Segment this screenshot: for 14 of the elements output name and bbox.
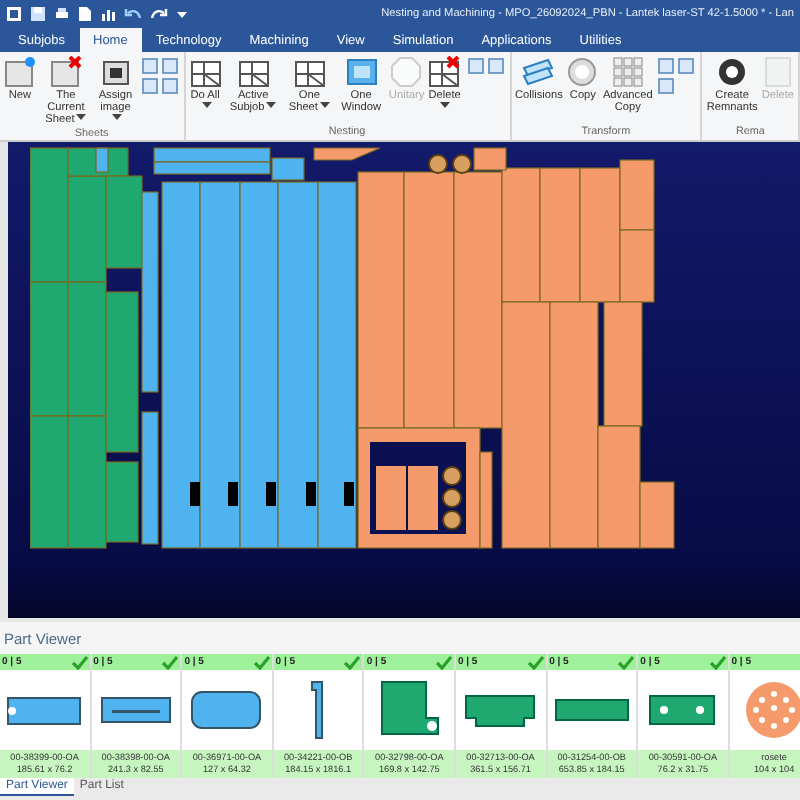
document-icon[interactable] (78, 5, 92, 21)
new-sheet-icon (4, 56, 36, 88)
sheet-delete-icon (49, 56, 82, 88)
save-icon[interactable] (30, 5, 46, 21)
redo-icon[interactable] (150, 5, 168, 21)
app-icon (6, 5, 22, 21)
camera-icon (99, 56, 132, 88)
window-icon (345, 56, 378, 88)
collision-icon (522, 56, 555, 88)
print-icon[interactable] (54, 5, 70, 21)
chart-icon[interactable] (100, 5, 116, 21)
document-icon (761, 56, 794, 88)
octagon-icon (390, 56, 423, 88)
undo-icon[interactable] (124, 5, 142, 21)
